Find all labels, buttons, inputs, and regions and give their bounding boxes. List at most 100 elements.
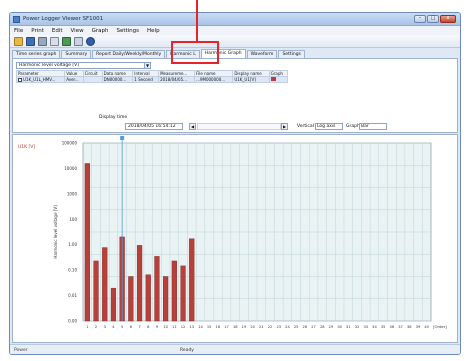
- toolbar: [10, 35, 460, 48]
- menu-view[interactable]: View: [71, 28, 84, 34]
- x-tick-label: 9: [156, 325, 159, 329]
- x-tick-label: 29: [329, 325, 334, 329]
- app-icon: [13, 16, 20, 23]
- display-time-field[interactable]: 2018/04/05 16:54:12: [125, 123, 183, 130]
- bar-order-8: [145, 274, 151, 322]
- x-tick-label: 20: [250, 325, 255, 329]
- table-cell: Aver...: [64, 76, 84, 83]
- status-text: Ready: [180, 348, 194, 353]
- tab-time-series-graph[interactable]: Time series graph: [12, 50, 61, 58]
- tab-waveform[interactable]: Waveform: [246, 50, 278, 58]
- x-tick-label: 35: [381, 325, 386, 329]
- x-tick-label: 39: [416, 325, 421, 329]
- x-tick-label: 21: [259, 325, 264, 329]
- zoom-icon[interactable]: [74, 36, 83, 46]
- table-cell: [82, 76, 103, 83]
- y-tick-label: 100: [69, 217, 77, 222]
- x-tick-label: 19: [242, 325, 247, 329]
- vertical-label: Vertical: [297, 124, 314, 129]
- minimize-icon: –: [418, 15, 422, 21]
- x-tick-label: 31: [346, 325, 351, 329]
- menu-bar: File Print Edit View Graph Settings Help: [10, 26, 460, 35]
- x-tick-label: 37: [398, 325, 403, 329]
- x-tick-label: 13: [189, 325, 194, 329]
- menu-file[interactable]: File: [14, 28, 23, 34]
- y-tick-label: 0.00: [68, 319, 77, 324]
- y-tick-label: 100000: [62, 141, 78, 146]
- x-tick-label: 7: [138, 325, 140, 329]
- bar-order-10: [163, 276, 169, 322]
- x-tick-label: 30: [337, 325, 342, 329]
- graph-icon[interactable]: [62, 36, 71, 46]
- table-cell: U1K_U1L_HMV...: [15, 76, 66, 83]
- tab-summary[interactable]: Summary: [61, 50, 92, 58]
- table-row[interactable]: U1K_U1L_HMV... Aver... DN00000... 1 Seco…: [15, 76, 289, 83]
- parameter-table: Parameter Value Circuit Data name Interv…: [15, 70, 289, 83]
- menu-graph[interactable]: Graph: [92, 28, 109, 34]
- x-tick-label: 24: [285, 325, 290, 329]
- status-bar: Power Ready: [10, 344, 460, 354]
- table-cell: 1 Second: [132, 76, 160, 83]
- print-icon[interactable]: [38, 36, 47, 46]
- bar-order-3: [102, 247, 108, 322]
- bar-order-12: [180, 265, 186, 322]
- graph-color-swatch[interactable]: [270, 77, 276, 81]
- y-tick-label: 0.01: [68, 293, 77, 298]
- x-tick-label: 2: [95, 325, 97, 329]
- close-icon: x: [446, 15, 450, 21]
- x-tick-label: 33: [363, 325, 368, 329]
- x-tick-label: 6: [130, 325, 133, 329]
- bar-order-4: [110, 287, 117, 322]
- parameter-select-value: Harmonic level voltage [V]: [19, 63, 80, 68]
- info-icon[interactable]: [86, 36, 95, 46]
- x-tick-label: 25: [294, 325, 299, 329]
- x-tick-label: 18: [233, 325, 238, 329]
- vertical-axis-select[interactable]: Log axis: [315, 123, 343, 130]
- x-tick-label: 40: [424, 325, 429, 329]
- y-axis-label: Harmonic level voltage [V]: [53, 205, 58, 259]
- y-tick-label: 10000: [64, 166, 77, 171]
- bar-order-9: [154, 256, 160, 322]
- x-tick-label: 12: [181, 325, 186, 329]
- tab-settings[interactable]: Settings: [278, 50, 305, 58]
- x-tick-label: 11: [172, 325, 177, 329]
- bar-order-1: [84, 163, 90, 322]
- close-button[interactable]: x: [440, 15, 456, 23]
- open-icon[interactable]: [14, 36, 23, 46]
- bar-order-6: [128, 276, 134, 322]
- time-scrollbar[interactable]: [197, 123, 281, 130]
- table-cell-text: U1K_U1L_HMV...: [23, 77, 56, 82]
- x-tick-label: 16: [216, 325, 221, 329]
- annotation-pointer-line: [196, 0, 198, 41]
- graph-type-select[interactable]: Bar: [359, 123, 387, 130]
- menu-help[interactable]: Help: [147, 28, 160, 34]
- menu-edit[interactable]: Edit: [52, 28, 63, 34]
- x-tick-label: 26: [303, 325, 308, 329]
- y-tick-label: 1.00: [68, 242, 77, 247]
- y-tick-label: 0.10: [68, 268, 77, 273]
- x-tick-label: 38: [407, 325, 412, 329]
- x-tick-label: 34: [372, 325, 377, 329]
- menu-print[interactable]: Print: [31, 28, 44, 34]
- x-tick-label: 14: [198, 325, 203, 329]
- copy-icon[interactable]: [50, 36, 59, 46]
- maximize-button[interactable]: □: [427, 15, 439, 23]
- parameter-select[interactable]: Harmonic level voltage [V] ▼: [16, 62, 151, 69]
- tab-bar: Time series graph Summary Report Daily/W…: [12, 49, 458, 58]
- status-left-text: Power: [14, 348, 28, 353]
- harmonic-chart[interactable]: 100000 10000 1000 100 1.00 0.10 0.01 0.00 1 2 3 4 5 6…: [12, 134, 458, 343]
- checkbox[interactable]: [18, 78, 22, 82]
- menu-settings[interactable]: Settings: [116, 28, 139, 34]
- title-bar: Power Logger Viewer SF1001 – □ x: [10, 13, 460, 26]
- x-tick-label: 5: [121, 325, 123, 329]
- scroll-right-button[interactable]: ▶: [281, 123, 288, 130]
- series-unit-label: U1K [V]: [18, 144, 35, 150]
- save-icon[interactable]: [26, 36, 35, 46]
- maximize-icon: □: [430, 15, 436, 21]
- table-cell: U1K_U1[V]: [232, 76, 270, 83]
- tab-report[interactable]: Report Daily/Weekly/Monthly: [92, 50, 166, 58]
- minimize-button[interactable]: –: [414, 15, 426, 23]
- scroll-left-button[interactable]: ◀: [189, 123, 196, 130]
- graph-type-label: Graph: [346, 124, 360, 129]
- table-cell: [268, 76, 289, 83]
